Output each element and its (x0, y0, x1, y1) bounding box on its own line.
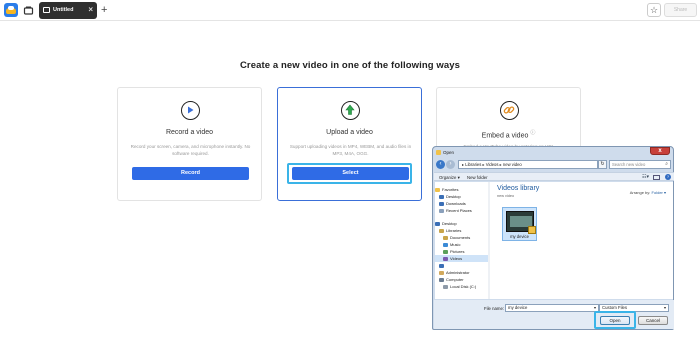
libraries-icon (439, 228, 444, 233)
file-name: my device (510, 234, 529, 239)
open-button[interactable]: Open (600, 316, 630, 325)
downloads-icon (439, 201, 444, 206)
library-title: Videos library (497, 185, 540, 192)
star-icon (435, 187, 440, 192)
play-icon (181, 101, 200, 120)
home-icon[interactable] (22, 4, 35, 17)
pictures-icon (443, 249, 448, 254)
folder-icon (436, 150, 441, 155)
dialog-title: Open (443, 150, 455, 155)
card-title: Upload a video (326, 129, 373, 136)
video-file-icon (506, 211, 536, 234)
close-dialog-button[interactable]: x (650, 147, 670, 155)
nav-item-recent-places[interactable]: Recent Places (439, 207, 488, 214)
card-title: Record a video (165, 129, 214, 136)
organize-menu[interactable]: Organize ▾ (439, 175, 460, 181)
back-arrow-icon[interactable]: ‹ (436, 160, 445, 169)
nav-item-administrator[interactable]: Administrator (439, 269, 488, 276)
link-icon (500, 101, 519, 120)
cancel-button[interactable]: Cancel (638, 316, 668, 325)
card-description: Record your screen, camera, and micropho… (130, 144, 251, 156)
preview-pane-icon[interactable] (653, 175, 660, 180)
nav-item-desktop-root[interactable]: Desktop (435, 220, 488, 227)
nav-item-desktop[interactable]: Desktop (439, 193, 488, 200)
navigation-pane: Favorites Desktop Downloads Recent Place… (435, 182, 489, 299)
nav-item-computer[interactable]: Computer (439, 276, 488, 283)
nav-item-music[interactable]: Music (443, 241, 488, 248)
page-title: Create a new video in one of the followi… (239, 60, 461, 71)
open-file-dialog: Open x ‹ › ▸ Libraries ▸ Videos ▸ new vi… (432, 146, 674, 330)
chevron-down-icon[interactable]: ▾ (664, 305, 666, 311)
address-path[interactable]: ▸ Libraries ▸ Videos ▸ new video (458, 160, 598, 169)
nav-item-downloads[interactable]: Downloads (439, 200, 488, 207)
documents-icon (443, 235, 448, 240)
nav-item-favorites[interactable]: Favorites (435, 186, 488, 193)
info-icon[interactable]: ⓘ (530, 130, 535, 136)
card-description: Support uploading videos in MP4, WEBM, a… (289, 144, 412, 156)
record-video-card[interactable]: Record a video Record your screen, camer… (117, 87, 262, 201)
computer-icon (439, 277, 444, 282)
music-icon (443, 242, 448, 247)
star-button[interactable]: ☆ (647, 3, 661, 17)
add-tab-button[interactable]: + (101, 3, 107, 17)
upload-arrow-icon (341, 101, 360, 120)
desktop-icon (435, 221, 440, 226)
forward-arrow-icon[interactable]: › (446, 160, 455, 169)
select-button[interactable]: Select (292, 167, 409, 180)
card-title: Embed a video ⓘ (481, 130, 536, 140)
tab-label: Untitled (53, 7, 74, 13)
library-subtitle: new video (497, 194, 515, 198)
dialog-title-bar[interactable]: Open x (433, 147, 673, 158)
upload-video-card[interactable]: Upload a video Support uploading videos … (277, 87, 422, 201)
arrange-value[interactable]: Folder ▾ (652, 190, 666, 195)
dialog-footer: File name: my device ▾ Custom Files ▾ Open… (434, 300, 674, 329)
nav-item-libraries[interactable]: Libraries (439, 227, 488, 234)
dialog-toolbar: Organize ▾ New folder ☷▾ ? (434, 172, 674, 181)
top-bar: Untitled × + ☆ Share (0, 0, 700, 21)
app-logo[interactable] (4, 3, 18, 17)
tab-untitled[interactable]: Untitled × (39, 2, 97, 19)
recent-places-icon (439, 208, 444, 213)
refresh-icon[interactable]: ↻ (598, 160, 607, 169)
arrange-by[interactable]: Arrange by: Folder ▾ (630, 190, 666, 195)
desktop-icon (439, 194, 444, 199)
file-name-input[interactable]: my device ▾ (505, 304, 599, 312)
record-button[interactable]: Record (132, 167, 249, 180)
disk-icon (443, 284, 448, 289)
share-button[interactable]: Share (664, 3, 697, 17)
new-folder-button[interactable]: New folder (467, 175, 488, 180)
help-icon[interactable]: ? (665, 174, 671, 180)
search-input[interactable]: Search new video ⌕ (609, 160, 671, 169)
nav-item-videos[interactable]: Videos (435, 255, 488, 262)
address-bar: ‹ › ▸ Libraries ▸ Videos ▸ new video ↻ S… (436, 160, 672, 170)
views-icon[interactable]: ☷▾ (642, 174, 649, 180)
file-item[interactable]: my device (502, 207, 537, 241)
nav-item-documents[interactable]: Documents (443, 234, 488, 241)
close-tab-icon[interactable]: × (88, 5, 93, 14)
file-list-pane: Videos library new video Arrange by: Fol… (490, 182, 673, 299)
nav-item-pictures[interactable]: Pictures (443, 248, 488, 255)
homegroup-icon (439, 263, 444, 268)
nav-item-local-disk[interactable]: Local Disk (C:) (443, 283, 488, 290)
user-icon (439, 270, 444, 275)
videos-icon (443, 256, 448, 261)
file-name-label: File name: (484, 306, 505, 311)
nav-item-homegroup[interactable] (439, 262, 488, 269)
search-icon: ⌕ (665, 161, 668, 167)
video-tab-icon (43, 7, 50, 13)
